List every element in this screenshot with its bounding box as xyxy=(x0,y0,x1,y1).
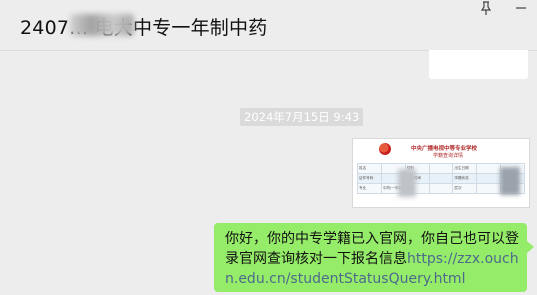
message-timestamp: 2024年7月15日 9:43 xyxy=(240,108,364,126)
redacted-photo xyxy=(398,169,416,197)
image-message[interactable]: 中央广播电视中等专业学校 学籍查询详情 姓名性别 出生日期 证件号码入学时间 学… xyxy=(352,138,530,208)
card-subtitle: 学籍查询详情 xyxy=(433,153,464,159)
chat-title: 2407… 电大中专一年制中药 xyxy=(20,17,268,39)
message-bubble[interactable]: 你好，你的中专学籍已入官网，你自己也可以登录官网查询核对一下报名信息https:… xyxy=(214,223,527,292)
bubble-tail xyxy=(527,241,534,253)
chat-header: 2407… 电大中专一年制中药 xyxy=(0,0,537,51)
pin-icon[interactable] xyxy=(478,0,494,16)
minimize-icon[interactable] xyxy=(513,0,529,16)
redacted-photo xyxy=(500,167,520,195)
message-text: 你好，你的中专学籍已入官网，你自己也可以登录官网查询核对一下报名信息https:… xyxy=(225,229,527,289)
card-school-name: 中央广播电视中等专业学校 xyxy=(411,146,478,152)
previous-message-card[interactable] xyxy=(429,50,528,79)
redacted-region xyxy=(70,14,134,36)
school-logo-icon xyxy=(379,143,391,155)
